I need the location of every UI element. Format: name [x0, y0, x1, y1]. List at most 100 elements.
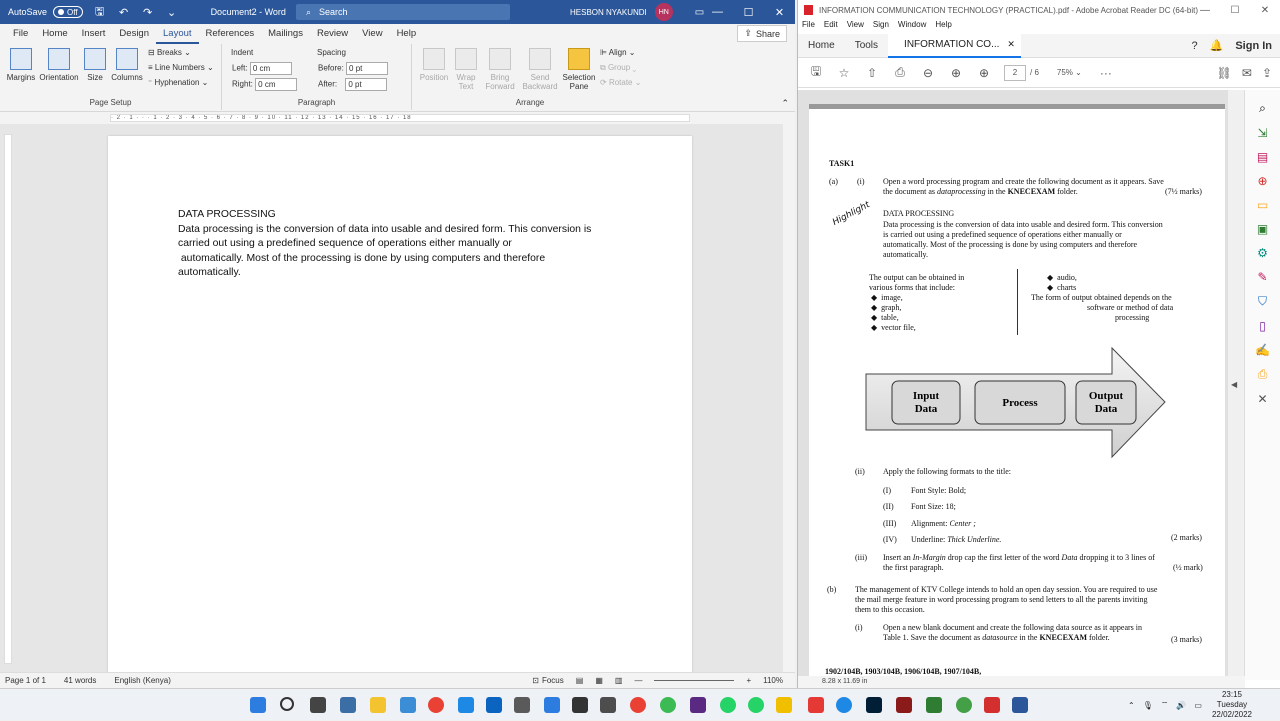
close-tab-icon[interactable]: ✕ — [1007, 39, 1015, 50]
tab-document[interactable]: INFORMATION CO... ✕ — [888, 33, 1021, 58]
share-icon[interactable]: ⇪ — [1262, 66, 1272, 80]
tab-home[interactable]: Home — [798, 40, 845, 51]
page-count[interactable]: Page 1 of 1 — [5, 676, 46, 685]
pdf-page[interactable]: TASK1 (a) (i) Open a word processing pro… — [809, 104, 1225, 680]
indent-left-input[interactable]: 0 cm — [249, 62, 292, 75]
zoom-slider[interactable] — [654, 680, 735, 681]
chrome-icon[interactable] — [428, 697, 444, 713]
word-vertical-scrollbar[interactable] — [783, 124, 795, 672]
tab-view[interactable]: View — [355, 28, 389, 44]
search-icon[interactable]: ⌕ — [1254, 101, 1272, 116]
more-options-icon[interactable]: ··· — [1098, 66, 1114, 80]
upload-icon[interactable]: ⇧ — [864, 66, 880, 80]
organize-pages-icon[interactable]: ▤ — [1254, 150, 1272, 164]
hyphenation-button[interactable]: ⁻ Hyphenation ⌄ — [148, 78, 208, 87]
save-icon[interactable]: 🖫 — [93, 3, 107, 22]
volume-icon[interactable]: 🔊 — [1176, 701, 1186, 710]
menu-sign[interactable]: Sign — [873, 20, 889, 34]
export-pdf-icon[interactable]: ⇲ — [1254, 126, 1272, 140]
close-icon[interactable]: ✕ — [1250, 0, 1280, 20]
combine-files-icon[interactable]: ▣ — [1254, 222, 1272, 236]
comment-icon[interactable]: ▭ — [1254, 198, 1272, 212]
word-icon[interactable] — [1012, 697, 1028, 713]
mail-app-icon[interactable] — [458, 697, 474, 713]
save-icon[interactable]: 🖫 — [808, 62, 824, 83]
menu-edit[interactable]: Edit — [824, 20, 838, 34]
task-view-icon[interactable] — [310, 697, 326, 713]
menu-file[interactable]: File — [802, 20, 815, 34]
outlook-icon[interactable] — [486, 697, 502, 713]
microphone-icon[interactable]: 🎙 — [1143, 701, 1153, 710]
search-icon[interactable] — [280, 697, 294, 711]
app-icon[interactable] — [572, 697, 588, 713]
chrome-icon[interactable] — [630, 697, 646, 713]
menu-view[interactable]: View — [847, 20, 864, 34]
create-pdf-icon[interactable]: ⊕ — [1254, 174, 1272, 188]
sign-icon[interactable]: ✍ — [1254, 343, 1272, 357]
customize-qat-icon[interactable]: ⌄ — [165, 6, 179, 19]
telegram-icon[interactable] — [836, 697, 852, 713]
tab-tools[interactable]: Tools — [845, 40, 888, 51]
bookmark-star-icon[interactable]: ☆ — [836, 66, 852, 80]
browser-icon[interactable] — [660, 697, 676, 713]
protect-icon[interactable]: ⛉ — [1254, 294, 1272, 309]
search-box[interactable]: ⌕ Search — [296, 4, 510, 20]
bring-forward-button[interactable]: Bring Forward — [480, 46, 520, 91]
menu-help[interactable]: Help — [935, 20, 951, 34]
acrobat-icon[interactable] — [984, 697, 1000, 713]
tab-references[interactable]: References — [199, 28, 262, 44]
pdf-handwriting-annotation[interactable]: Highlight — [831, 200, 872, 228]
send-backward-button[interactable]: Send Backward — [520, 46, 560, 91]
right-panel-toggle[interactable]: ◀ — [1228, 90, 1244, 680]
group-button[interactable]: ⧉ Group ⌄ — [600, 63, 636, 73]
undo-icon[interactable]: ↶ — [117, 6, 131, 19]
photoshop-icon[interactable] — [866, 697, 882, 713]
minimize-icon[interactable]: — — [1190, 0, 1220, 20]
breaks-button[interactable]: ⊟ Breaks ⌄ — [148, 48, 191, 57]
share-button[interactable]: ⇪ Share — [737, 25, 787, 42]
tab-file[interactable]: File — [6, 28, 35, 44]
rotate-button[interactable]: ⟳ Rotate ⌄ — [600, 78, 641, 87]
app-icon[interactable] — [808, 697, 824, 713]
zoom-level[interactable]: 110% — [763, 676, 783, 685]
whatsapp-icon[interactable] — [720, 697, 736, 713]
email-icon[interactable]: ✉ — [1242, 66, 1252, 80]
web-layout-icon[interactable]: ▥ — [615, 676, 623, 685]
menu-window[interactable]: Window — [898, 20, 926, 34]
edit-pdf-icon[interactable]: ✎ — [1254, 270, 1272, 284]
widgets-icon[interactable] — [340, 697, 356, 713]
read-mode-icon[interactable]: ▤ — [576, 676, 584, 685]
focus-icon[interactable]: ⊡ — [532, 676, 539, 685]
fill-sign-icon[interactable]: ▯ — [1254, 319, 1272, 333]
zoom-out-icon[interactable]: ⊖ — [920, 66, 936, 80]
notifications-icon[interactable]: 🔔 — [1210, 39, 1224, 52]
link-icon[interactable]: ⛓ — [1217, 66, 1232, 80]
indent-right-input[interactable]: 0 cm — [255, 78, 298, 91]
tab-mailings[interactable]: Mailings — [261, 28, 310, 44]
start-icon[interactable] — [250, 697, 266, 713]
previous-page-icon[interactable]: ⊕ — [948, 66, 964, 80]
align-button[interactable]: ⊫ Align ⌄ — [600, 48, 635, 57]
spacing-after-input[interactable]: 0 pt — [345, 78, 388, 91]
language-status[interactable]: English (Kenya) — [114, 676, 170, 685]
edge-icon[interactable] — [544, 697, 560, 713]
print-icon[interactable]: ⎙ — [892, 65, 908, 80]
maximize-icon[interactable]: ☐ — [733, 0, 764, 24]
more-tools-icon[interactable]: ✕ — [1254, 392, 1272, 406]
app-icon[interactable] — [690, 697, 706, 713]
autosave-toggle[interactable]: Off — [53, 6, 83, 18]
user-account[interactable]: HESBON NYAKUNDI HN ▭ — [570, 0, 704, 24]
next-page-icon[interactable]: ⊕ — [976, 66, 992, 80]
print-layout-icon[interactable]: ▦ — [595, 676, 603, 685]
app-icon[interactable] — [600, 697, 616, 713]
redo-icon[interactable]: ↷ — [141, 6, 155, 19]
app-icon[interactable] — [776, 697, 792, 713]
sign-in-button[interactable]: Sign In — [1235, 40, 1272, 52]
zoom-in-icon[interactable]: + — [746, 676, 751, 685]
request-signature-icon[interactable]: ⎙ — [1254, 367, 1272, 382]
zoom-out-icon[interactable]: — — [634, 676, 642, 685]
collapse-ribbon-icon[interactable]: ⌃ — [781, 98, 789, 109]
wifi-icon[interactable]: ⌔ — [1161, 700, 1169, 710]
app-icon[interactable] — [514, 697, 530, 713]
compress-icon[interactable]: ⚙ — [1254, 246, 1272, 260]
